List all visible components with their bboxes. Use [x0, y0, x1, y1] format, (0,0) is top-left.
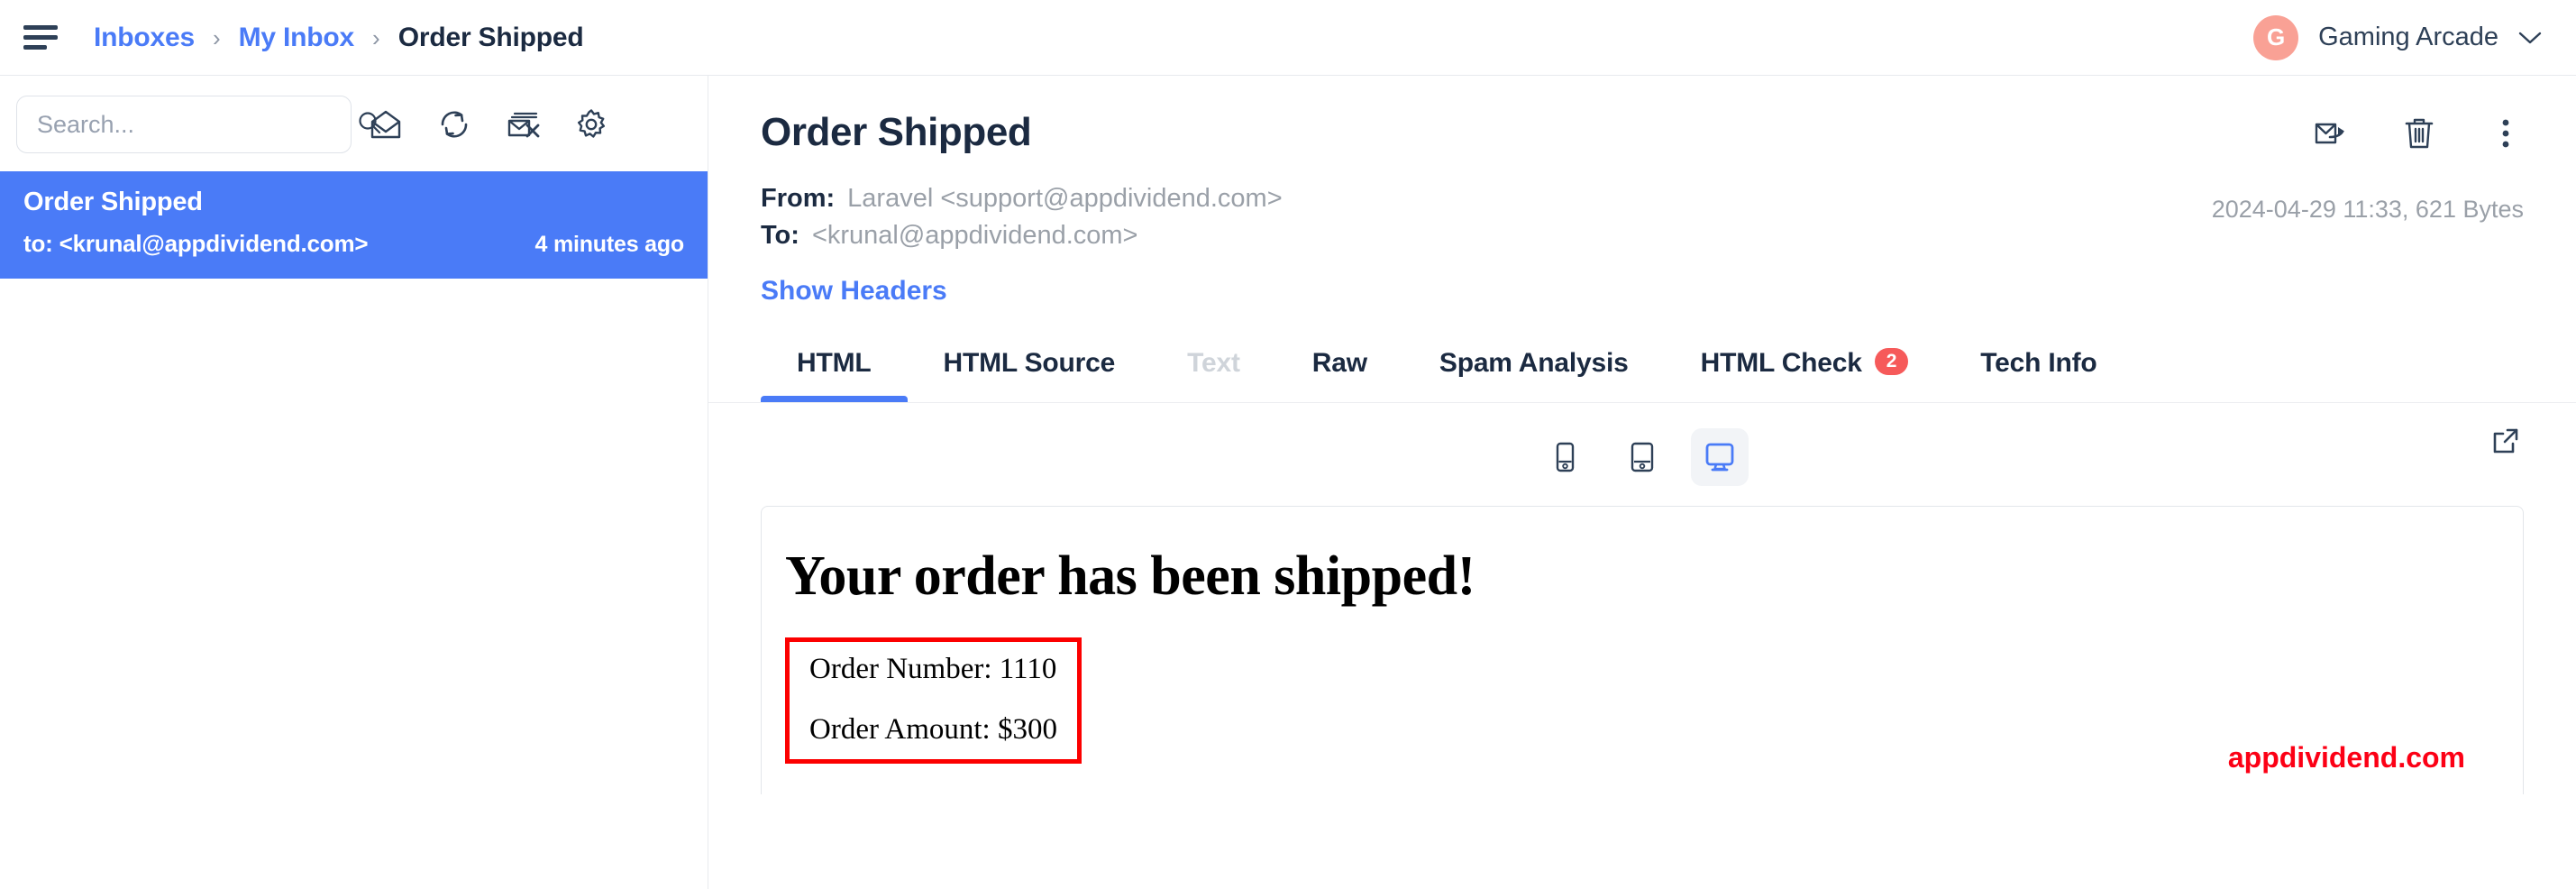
- search-input[interactable]: [37, 110, 356, 139]
- tab-raw[interactable]: Raw: [1276, 337, 1403, 402]
- to-line: To: <krunal@appdividend.com>: [761, 221, 2524, 251]
- message-date-size: 2024-04-29 11:33, 621 Bytes: [2211, 196, 2524, 223]
- breadcrumb-item-current: Order Shipped: [397, 22, 584, 52]
- tab-spam-analysis[interactable]: Spam Analysis: [1403, 337, 1665, 402]
- to-label: To:: [761, 221, 799, 250]
- message-actions: [2309, 110, 2529, 157]
- tab-html-check[interactable]: HTML Check 2: [1665, 337, 1945, 402]
- tab-tech-info[interactable]: Tech Info: [1944, 337, 2133, 402]
- tab-label: Spam Analysis: [1439, 348, 1629, 378]
- sidebar-toolbar: [0, 76, 708, 171]
- tab-label: Raw: [1311, 348, 1367, 378]
- message-pane: Order Shipped From: Laravel <support@app…: [708, 76, 2576, 889]
- to-value: <krunal@appdividend.com>: [811, 221, 1138, 250]
- email-heading: Your order has been shipped!: [785, 545, 1475, 607]
- desktop-icon[interactable]: [1691, 428, 1749, 486]
- message-timestamp: 4 minutes ago: [534, 232, 685, 257]
- phone-icon[interactable]: [1536, 428, 1594, 486]
- search-box[interactable]: [16, 96, 381, 153]
- order-amount-line: Order Amount: $300: [809, 713, 1057, 746]
- tab-label: HTML Source: [943, 348, 1116, 378]
- main-layout: Order Shipped to: <krunal@appdividend.co…: [0, 76, 2576, 889]
- settings-gear-icon[interactable]: [557, 96, 626, 153]
- email-preview-frame: Your order has been shipped! Order Numbe…: [761, 506, 2524, 794]
- email-body: Your order has been shipped! Order Numbe…: [785, 545, 2499, 764]
- from-label: From:: [761, 184, 836, 213]
- chevron-down-icon[interactable]: [2518, 31, 2542, 45]
- device-preview-bar: [708, 402, 2576, 506]
- breadcrumb-separator: ›: [212, 23, 221, 51]
- message-list: Order Shipped to: <krunal@appdividend.co…: [0, 171, 708, 889]
- breadcrumb-separator: ›: [372, 23, 380, 51]
- delete-all-messages-icon[interactable]: [489, 96, 557, 153]
- message-subject: Order Shipped: [23, 188, 203, 216]
- tab-label: HTML Check: [1700, 348, 1862, 378]
- tab-html-source[interactable]: HTML Source: [908, 337, 1152, 402]
- message-meta-row: to: <krunal@appdividend.com> 4 minutes a…: [23, 230, 684, 258]
- breadcrumb: Inboxes › My Inbox › Order Shipped: [94, 22, 584, 53]
- from-value: Laravel <support@appdividend.com>: [847, 184, 1283, 213]
- order-details-box: Order Number: 1110 Order Amount: $300: [785, 637, 1082, 764]
- breadcrumb-item-my-inbox[interactable]: My Inbox: [239, 23, 355, 53]
- tab-label: Text: [1187, 348, 1240, 378]
- show-headers-link[interactable]: Show Headers: [761, 276, 947, 307]
- list-item[interactable]: Order Shipped to: <krunal@appdividend.co…: [0, 171, 708, 279]
- sidebar: Order Shipped to: <krunal@appdividend.co…: [0, 76, 708, 889]
- more-vertical-icon[interactable]: [2482, 110, 2529, 157]
- mark-all-read-icon[interactable]: [352, 96, 420, 153]
- trash-icon[interactable]: [2396, 110, 2443, 157]
- watermark-label: appdividend.com: [2227, 741, 2465, 774]
- top-bar: Inboxes › My Inbox › Order Shipped G Gam…: [0, 0, 2576, 76]
- message-header: Order Shipped From: Laravel <support@app…: [708, 76, 2576, 307]
- tab-label: HTML: [797, 348, 872, 378]
- hamburger-line: [23, 45, 47, 50]
- refresh-icon[interactable]: [420, 96, 489, 153]
- user-menu[interactable]: G Gaming Arcade: [2253, 14, 2542, 60]
- hamburger-menu-icon[interactable]: [23, 18, 63, 58]
- page-title: Order Shipped: [761, 110, 1032, 154]
- tab-text: Text: [1151, 337, 1276, 402]
- tab-bar: HTML HTML Source Text Raw Spam Analysis …: [761, 337, 2576, 402]
- tablet-icon[interactable]: [1613, 428, 1671, 486]
- external-link-icon[interactable]: [2482, 417, 2529, 464]
- tab-html[interactable]: HTML: [761, 337, 908, 402]
- hamburger-line: [23, 35, 58, 40]
- user-name-label: Gaming Arcade: [2318, 23, 2498, 51]
- breadcrumb-item-inboxes[interactable]: Inboxes: [94, 23, 195, 53]
- tab-label: Tech Info: [1980, 348, 2097, 378]
- forward-email-icon[interactable]: [2309, 110, 2356, 157]
- order-number-line: Order Number: 1110: [809, 653, 1057, 685]
- avatar: G: [2253, 14, 2299, 60]
- hamburger-line: [23, 25, 58, 30]
- message-recipient: to: <krunal@appdividend.com>: [23, 230, 369, 257]
- status-badge: 2: [1874, 348, 1909, 376]
